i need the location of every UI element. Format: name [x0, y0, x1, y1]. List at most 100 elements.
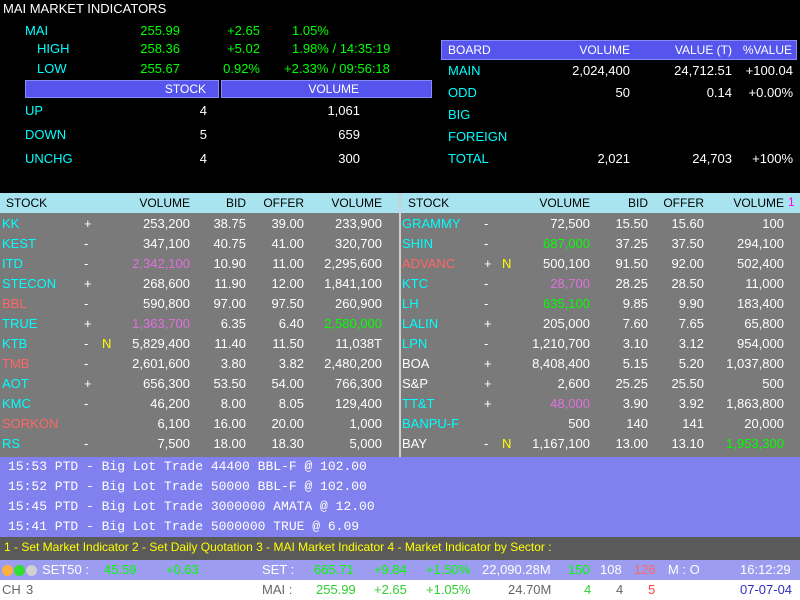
ticker-line: 15:41 PTD - Big Lot Trade 5000000 TRUE @…	[8, 519, 360, 534]
change-sign: -	[484, 236, 489, 251]
offer-price: 3.92	[678, 396, 704, 411]
ticker-line: 15:53 PTD - Big Lot Trade 44400 BBL-F @ …	[8, 459, 367, 474]
quote-row[interactable]: KTC - 28,700 28.25 28.50 11,000	[0, 274, 800, 294]
offer-price: 3.12	[678, 336, 704, 351]
function-key-bar[interactable]: 1 - Set Market Indicator 2 - Set Daily Q…	[0, 537, 800, 560]
mai-indicator-panel: MAI MARKET INDICATORS MAI 255.99 +2.65 1…	[0, 0, 800, 193]
offer-volume: 183,400	[737, 296, 784, 311]
high-change: +5.02	[227, 41, 260, 56]
status-bar-mai: CH 3 MAI : 255.99 +2.65 +1.05% 24.70M 4 …	[0, 580, 800, 600]
col-stock-right: STOCK	[408, 196, 450, 210]
offer-price: 7.65	[678, 316, 704, 331]
unchg-label: UNCHG	[25, 151, 73, 166]
mai-pct: 1.05%	[292, 23, 329, 38]
stock-symbol: LH	[402, 296, 419, 311]
col-bid-left: BID	[225, 196, 246, 210]
change-sign: -	[484, 296, 489, 311]
offer-price: 25.50	[671, 376, 704, 391]
ticker-line: 15:45 PTD - Big Lot Trade 3000000 AMATA …	[8, 499, 375, 514]
set-pct: +1.50%	[426, 562, 471, 577]
board-table-header: BOARD VOLUME VALUE (T) %VALUE	[441, 40, 797, 60]
bid-volume: 1,167,100	[532, 436, 590, 451]
set-change: +9.84	[374, 562, 407, 577]
quote-row[interactable]: LH - 635,100 9.85 9.90 183,400	[0, 294, 800, 314]
quote-grid: STOCK VOLUME BID OFFER VOLUME STOCK VOLU…	[0, 193, 800, 457]
bid-price: 7.60	[622, 316, 648, 331]
offer-volume: 1,953,300	[726, 436, 784, 451]
col-offer-left: OFFER	[263, 196, 304, 210]
stock-symbol: ADVANC	[402, 256, 456, 271]
down-stock: 5	[199, 127, 207, 142]
col-volume2-right: VOLUME	[733, 196, 784, 210]
quote-row[interactable]: LPN - 1,210,700 3.10 3.12 954,000	[0, 334, 800, 354]
quote-row[interactable]: SHIN - 687,000 37.25 37.50 294,100	[0, 234, 800, 254]
low-change: 0.92%	[223, 61, 260, 76]
offer-price: 37.50	[671, 236, 704, 251]
offer-price: 92.00	[671, 256, 704, 271]
mai-status-pct: +1.05%	[426, 582, 471, 597]
change-sign: -	[484, 276, 489, 291]
mai-status-label: MAI :	[262, 582, 293, 597]
offer-volume: 100	[762, 216, 784, 231]
up-stock: 4	[199, 103, 207, 118]
stock-symbol: LALIN	[402, 316, 439, 331]
change-sign: +	[484, 396, 492, 411]
mai-label: MAI	[25, 23, 49, 38]
offer-volume: 294,100	[737, 236, 784, 251]
breadth-volume-header: VOLUME	[221, 80, 432, 98]
quote-row[interactable]: S&P +2,600 25.25 25.50 500	[0, 374, 800, 394]
offer-price: 141	[682, 416, 704, 431]
bid-price: 5.15	[622, 356, 648, 371]
bid-volume: 635,100	[543, 296, 590, 311]
quote-row[interactable]: BOA +8,408,400 5.15 5.20 1,037,800	[0, 354, 800, 374]
offer-price: 13.10	[671, 436, 704, 451]
down-label: DOWN	[25, 127, 67, 142]
quote-row[interactable]: GRAMMY - 72,500 15.50 15.60 100	[0, 214, 800, 234]
bid-price: 28.25	[615, 276, 648, 291]
mai-value: 255.99	[140, 23, 180, 38]
bid-volume: 500	[568, 416, 590, 431]
clock: 16:12:29	[740, 562, 791, 577]
bid-volume: 48,000	[550, 396, 590, 411]
status-light-icon	[26, 565, 37, 576]
col-volume-left: VOLUME	[139, 196, 190, 210]
bid-volume: 687,000	[543, 236, 590, 251]
stock-symbol: SHIN	[402, 236, 434, 251]
mai-turnover: 24.70M	[508, 582, 552, 597]
bid-price: 9.85	[622, 296, 648, 311]
bid-price: 15.50	[615, 216, 648, 231]
bid-price: 25.25	[615, 376, 648, 391]
stock-symbol: GRAMMY	[402, 216, 461, 231]
stock-symbol: TT&T	[402, 396, 435, 411]
bid-price: 37.25	[615, 236, 648, 251]
down-volume: 659	[338, 127, 360, 142]
bid-volume: 72,500	[550, 216, 590, 231]
bid-volume: 1,210,700	[532, 336, 590, 351]
quote-row[interactable]: TT&T +48,000 3.90 3.92 1,863,800	[0, 394, 800, 414]
quote-row[interactable]: LALIN +205,000 7.60 7.65 65,800	[0, 314, 800, 334]
mai-status-change: +2.65	[374, 582, 407, 597]
set-label: SET :	[262, 562, 295, 577]
high-value: 258.36	[140, 41, 180, 56]
stock-symbol: KTC	[402, 276, 428, 291]
col-offer-right: OFFER	[663, 196, 704, 210]
stock-symbol: BANPU-F	[402, 416, 460, 431]
col-stock-left: STOCK	[6, 196, 48, 210]
status-light-icon	[14, 565, 25, 576]
mai-status-value: 255.99	[316, 582, 356, 597]
high-label: HIGH	[37, 41, 70, 56]
col-volume-right: VOLUME	[539, 196, 590, 210]
col-volume2-left: VOLUME	[331, 196, 382, 210]
bid-volume: 205,000	[543, 316, 590, 331]
quote-row[interactable]: ADVANC + N 500,100 91.50 92.00 502,400	[0, 254, 800, 274]
bid-price: 13.00	[615, 436, 648, 451]
bid-price: 91.50	[615, 256, 648, 271]
offer-price: 5.20	[678, 356, 704, 371]
mai-change: +2.65	[227, 23, 260, 38]
quote-row[interactable]: BAY - N 1,167,100 13.00 13.10 1,953,300	[0, 434, 800, 454]
stock-symbol: BAY	[402, 436, 428, 451]
quote-row[interactable]: BANPU-F 500 140 141 20,000	[0, 414, 800, 434]
change-sign: +	[484, 356, 492, 371]
up-volume: 1,061	[327, 103, 360, 118]
breadth-stock-header: STOCK	[25, 80, 219, 98]
